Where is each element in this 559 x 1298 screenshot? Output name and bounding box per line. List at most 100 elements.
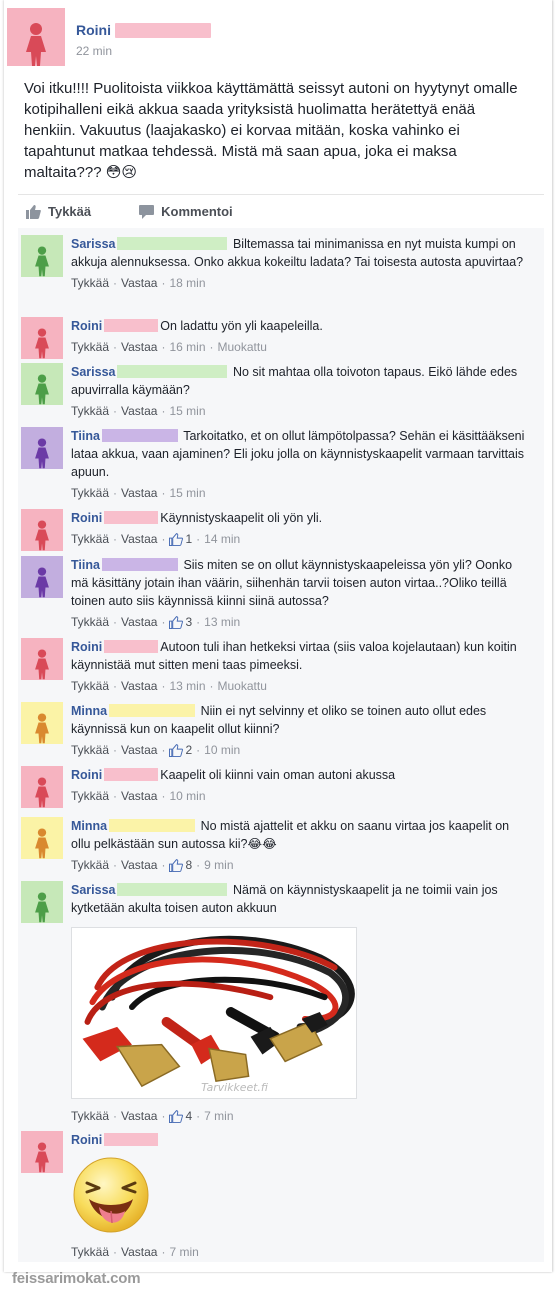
commenter-avatar[interactable] [21,363,63,405]
comment-time[interactable]: 16 min [169,338,205,356]
like-button[interactable]: Tykkää [26,204,91,219]
comment-like-link[interactable]: Tykkää [71,856,109,874]
comment-like-link[interactable]: Tykkää [71,741,109,759]
commenter-avatar[interactable] [21,881,63,923]
commenter-name[interactable]: Roini [71,640,102,654]
post-author-name[interactable]: Roini [76,22,111,38]
comment-like-link[interactable]: Tykkää [71,613,109,631]
list-item: Sarissa Nämä on käynnistyskaapelit ja ne… [21,881,526,1125]
commenter-avatar[interactable] [21,427,63,469]
like-count[interactable]: 1 [169,530,192,548]
post-action-bar: Tykkää Kommentoi [18,194,544,228]
commenter-avatar[interactable] [21,509,63,551]
comment-time[interactable]: 9 min [204,856,233,874]
commenter-name[interactable]: Sarissa [71,237,115,251]
commenter-name[interactable]: Roini [71,1133,102,1147]
comment-reply-link[interactable]: Vastaa [121,1107,157,1125]
comment-actions: Tykkää · Vastaa · 10 min [71,787,206,805]
comment-time[interactable]: 13 min [204,613,240,631]
commenter-avatar[interactable] [21,235,63,277]
comment-time[interactable]: 10 min [169,787,205,805]
comment-time[interactable]: 18 min [169,274,205,292]
name-redaction [101,429,178,442]
comment-like-link[interactable]: Tykkää [71,274,109,292]
comment-text: Kaapelit oli kiinni vain oman autoni aku… [160,768,396,782]
name-redaction [117,365,228,378]
comment-time[interactable]: 15 min [169,402,205,420]
comment-like-link[interactable]: Tykkää [71,484,109,502]
person-icon [35,567,49,598]
comment-reply-link[interactable]: Vastaa [121,613,157,631]
comment-reply-link[interactable]: Vastaa [121,787,157,805]
post-time[interactable]: 22 min [76,44,211,58]
comment-actions: Tykkää · Vastaa · 8 · 9 min [71,856,234,874]
list-item: Roini Kaapelit oli kiinni vain oman auton… [21,766,526,808]
comment-like-link[interactable]: Tykkää [71,1107,109,1125]
comment-like-link[interactable]: Tykkää [71,338,109,356]
comment-like-link[interactable]: Tykkää [71,530,109,548]
comment-reply-link[interactable]: Vastaa [121,741,157,759]
commenter-name[interactable]: Tiina [71,558,100,572]
post-meta: Roini 22 min [76,8,211,68]
name-redaction [104,511,159,524]
comment-like-link[interactable]: Tykkää [71,402,109,420]
comment-reply-link[interactable]: Vastaa [121,338,157,356]
commenter-name[interactable]: Minna [71,704,107,718]
commenter-avatar[interactable] [21,1131,63,1173]
commenter-avatar[interactable] [21,817,63,859]
comment-reply-link[interactable]: Vastaa [121,274,157,292]
person-icon [26,23,46,66]
like-count-icon [169,615,184,629]
comment-time[interactable]: 7 min [169,1243,198,1261]
comment-time[interactable]: 7 min [204,1107,233,1125]
edited-link[interactable]: Muokattu [218,338,267,356]
like-count-icon [169,858,184,872]
commenter-avatar[interactable] [21,317,63,359]
comment-button[interactable]: Kommentoi [139,204,233,219]
like-count[interactable]: 2 [169,741,192,759]
author-avatar[interactable] [7,8,65,66]
commenter-name[interactable]: Tiina [71,429,100,443]
comment-icon [139,204,155,219]
name-redaction [115,22,211,38]
person-icon [35,828,49,859]
comment-reply-link[interactable]: Vastaa [121,1243,157,1261]
list-item: Minna No mistä ajattelit et akku on saan… [21,817,526,874]
comment-time[interactable]: 15 min [169,484,205,502]
comment-actions: Tykkää · Vastaa · 1 · 14 min [71,530,241,548]
commenter-avatar[interactable] [21,638,63,680]
image-watermark: Tarvikkeet.fi [201,1081,268,1094]
comment-reply-link[interactable]: Vastaa [121,402,157,420]
commenter-name[interactable]: Minna [71,819,107,833]
comment-like-link[interactable]: Tykkää [71,787,109,805]
commenter-avatar[interactable] [21,702,63,744]
edited-link[interactable]: Muokattu [218,677,267,695]
comment-reply-link[interactable]: Vastaa [121,677,157,695]
name-redaction [109,819,196,832]
comment-like-link[interactable]: Tykkää [71,677,109,695]
commenter-name[interactable]: Roini [71,319,102,333]
like-count[interactable]: 4 [169,1107,192,1125]
commenter-name[interactable]: Sarissa [71,883,115,897]
comment-reply-link[interactable]: Vastaa [121,856,157,874]
list-item: Roini Autoon tuli ihan hetkeksi virtaa (s… [21,638,526,695]
commenter-name[interactable]: Roini [71,768,102,782]
like-count[interactable]: 8 [169,856,192,874]
commenter-avatar[interactable] [21,766,63,808]
name-redaction [104,1133,159,1146]
like-count[interactable]: 3 [169,613,192,631]
commenter-name[interactable]: Sarissa [71,365,115,379]
comment-reply-link[interactable]: Vastaa [121,484,157,502]
person-icon [35,374,49,405]
comment-reply-link[interactable]: Vastaa [121,530,157,548]
comment-time[interactable]: 14 min [204,530,240,548]
jumper-cables-image[interactable]: Tarvikkeet.fi [71,927,357,1099]
laughing-sticker[interactable] [71,1155,151,1235]
like-label: Tykkää [48,204,92,219]
commenter-avatar[interactable] [21,556,63,598]
thumbs-up-icon [26,204,41,219]
comment-time[interactable]: 10 min [204,741,240,759]
comment-like-link[interactable]: Tykkää [71,1243,109,1261]
comment-time[interactable]: 13 min [169,677,205,695]
commenter-name[interactable]: Roini [71,511,102,525]
